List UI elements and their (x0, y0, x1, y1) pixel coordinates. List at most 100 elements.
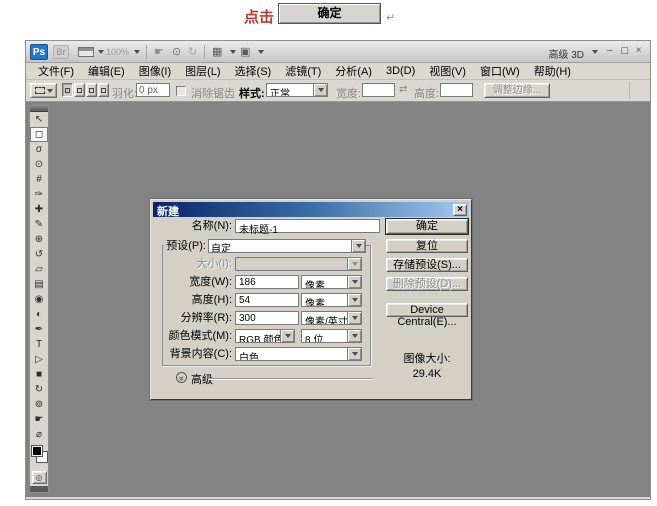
zoom-tool-icon[interactable]: ⊙ (172, 45, 181, 58)
hand-icon: ☛ (35, 415, 44, 425)
width-unit-dropdown[interactable]: 像素 (301, 275, 362, 289)
chevron-down-icon: » (177, 376, 186, 381)
menu-item-help[interactable]: 帮助(H) (527, 62, 578, 80)
tool-move[interactable]: ↖ (30, 112, 48, 127)
style-dropdown[interactable]: 正常 (266, 83, 328, 97)
device-central-button[interactable]: Device Central(E)... (386, 303, 468, 317)
menu-bar: 文件(F) 编辑(E) 图像(I) 图层(L) 选择(S) 滤镜(T) 分析(A… (26, 63, 650, 80)
view-extras-icon[interactable] (78, 47, 94, 57)
toolbox-panel: ↖ ◻ σ ⊙ # (29, 104, 49, 493)
new-selection-button[interactable] (62, 83, 73, 97)
bridge-icon[interactable]: Br (53, 45, 69, 59)
height-unit-dropdown[interactable]: 像素 (301, 293, 362, 307)
toolbox-grip[interactable] (30, 105, 48, 112)
tool-3d-orbit[interactable]: ⊚ (30, 397, 48, 412)
view-extras-caret-icon[interactable] (98, 50, 104, 54)
close-button[interactable]: × (632, 46, 645, 57)
bit-depth-caret-icon[interactable] (347, 330, 361, 342)
tool-type[interactable]: T (30, 337, 48, 352)
antialias-checkbox[interactable] (176, 86, 186, 96)
add-to-selection-button[interactable] (74, 83, 85, 97)
advanced-expander-button[interactable]: » (176, 372, 187, 383)
tool-eraser[interactable]: ▱ (30, 262, 48, 277)
zoom-level-caret-icon[interactable] (134, 50, 140, 54)
background-contents-caret-icon[interactable] (347, 348, 361, 360)
style-dropdown-caret-icon[interactable] (313, 84, 327, 96)
zoom-level-value[interactable]: 100% (106, 47, 129, 57)
resolution-unit-caret-icon[interactable] (347, 312, 361, 324)
width-unit-caret-icon[interactable] (347, 276, 361, 288)
menu-item-3d[interactable]: 3D(D) (379, 64, 422, 78)
bit-depth-dropdown[interactable]: 8 位 (301, 329, 362, 343)
workspace-switcher[interactable]: 高级 3D (548, 46, 584, 61)
tool-gradient[interactable]: ▤ (30, 277, 48, 292)
menu-item-layer[interactable]: 图层(L) (178, 62, 227, 80)
tool-preset-picker[interactable] (30, 83, 57, 98)
intersect-selection-button[interactable] (98, 83, 109, 97)
background-contents-dropdown[interactable]: 白色 (235, 347, 362, 361)
tool-hand[interactable]: ☛ (30, 412, 48, 427)
tool-history-brush[interactable]: ↺ (30, 247, 48, 262)
menu-item-edit[interactable]: 编辑(E) (81, 62, 132, 80)
tool-marquee[interactable]: ◻ (30, 127, 48, 142)
tool-quick-selection[interactable]: ⊙ (30, 157, 48, 172)
menu-item-select[interactable]: 选择(S) (228, 62, 279, 80)
brush-icon: ✎ (35, 220, 43, 230)
arrange-documents-caret-icon[interactable] (230, 50, 236, 54)
width-value-input[interactable]: 186 (235, 275, 299, 289)
restore-button[interactable]: ▢ (618, 46, 631, 57)
tool-clone-stamp[interactable]: ⊕ (30, 232, 48, 247)
color-mode-caret-icon[interactable] (280, 330, 294, 342)
tool-crop[interactable]: # (30, 172, 48, 187)
dialog-close-icon[interactable]: × (453, 204, 467, 216)
menu-item-filter[interactable]: 滤镜(T) (278, 62, 328, 80)
workspace-caret-icon[interactable] (592, 50, 598, 54)
foreground-color-swatch[interactable] (32, 446, 42, 456)
color-mode-dropdown[interactable]: RGB 颜色 (235, 329, 295, 343)
menu-item-view[interactable]: 视图(V) (422, 62, 473, 80)
screen-mode-icon[interactable]: ▣ (240, 45, 250, 58)
height-unit-caret-icon[interactable] (347, 294, 361, 306)
tool-zoom[interactable]: ⌀ (30, 427, 48, 442)
arrange-documents-icon[interactable]: ▦ (212, 45, 222, 58)
menu-item-image[interactable]: 图像(I) (132, 62, 178, 80)
tool-shape[interactable]: ■ (30, 367, 48, 382)
tool-healing-brush[interactable]: ✚ (30, 202, 48, 217)
height-input[interactable] (440, 83, 473, 97)
dialog-titlebar[interactable]: 新建 (153, 202, 469, 217)
preset-dropdown[interactable]: 自定 (208, 239, 366, 253)
menu-item-window[interactable]: 窗口(W) (473, 62, 527, 80)
tool-pen[interactable]: ✒ (30, 322, 48, 337)
preset-dropdown-caret-icon[interactable] (351, 240, 365, 252)
menu-item-analysis[interactable]: 分析(A) (328, 62, 379, 80)
feather-input[interactable]: 0 px (136, 83, 170, 97)
name-input[interactable]: 未标题-1 (235, 219, 380, 233)
width-label: 宽度: (336, 85, 361, 101)
tool-brush[interactable]: ✎ (30, 217, 48, 232)
tool-lasso[interactable]: σ (30, 142, 48, 157)
resolution-input[interactable]: 300 (235, 311, 299, 325)
minimize-button[interactable]: – (603, 46, 616, 57)
tool-3d-rotate[interactable]: ↻ (30, 382, 48, 397)
reset-button[interactable]: 复位 (386, 239, 468, 253)
width-input[interactable] (362, 83, 395, 97)
screen-mode-caret-icon[interactable] (258, 50, 264, 54)
ok-button[interactable]: 确定 (386, 219, 468, 234)
resolution-unit-dropdown[interactable]: 像素/英寸 (301, 311, 362, 325)
rotate-view-icon[interactable]: ↻ (188, 45, 197, 58)
menu-item-file[interactable]: 文件(F) (31, 62, 81, 80)
swap-dimensions-icon[interactable]: ⇄ (399, 84, 407, 95)
ok-button-screenshot[interactable]: 确定 (278, 3, 381, 24)
tool-blur[interactable]: ◉ (30, 292, 48, 307)
tool-path-selection[interactable]: ▷ (30, 352, 48, 367)
tool-dodge[interactable]: ◐ (30, 307, 48, 322)
subtract-selection-icon (89, 88, 94, 93)
shape-icon: ■ (36, 370, 42, 380)
height-value-input[interactable]: 54 (235, 293, 299, 307)
refine-edge-button[interactable]: 调整边缘... (484, 83, 550, 98)
save-preset-button[interactable]: 存储预设(S)... (386, 258, 468, 272)
subtract-from-selection-button[interactable] (86, 83, 97, 97)
tool-eyedropper[interactable]: ✑ (30, 187, 48, 202)
hand-tool-icon[interactable]: ☛ (154, 45, 164, 58)
quick-mask-button[interactable]: ◎ (32, 471, 47, 484)
